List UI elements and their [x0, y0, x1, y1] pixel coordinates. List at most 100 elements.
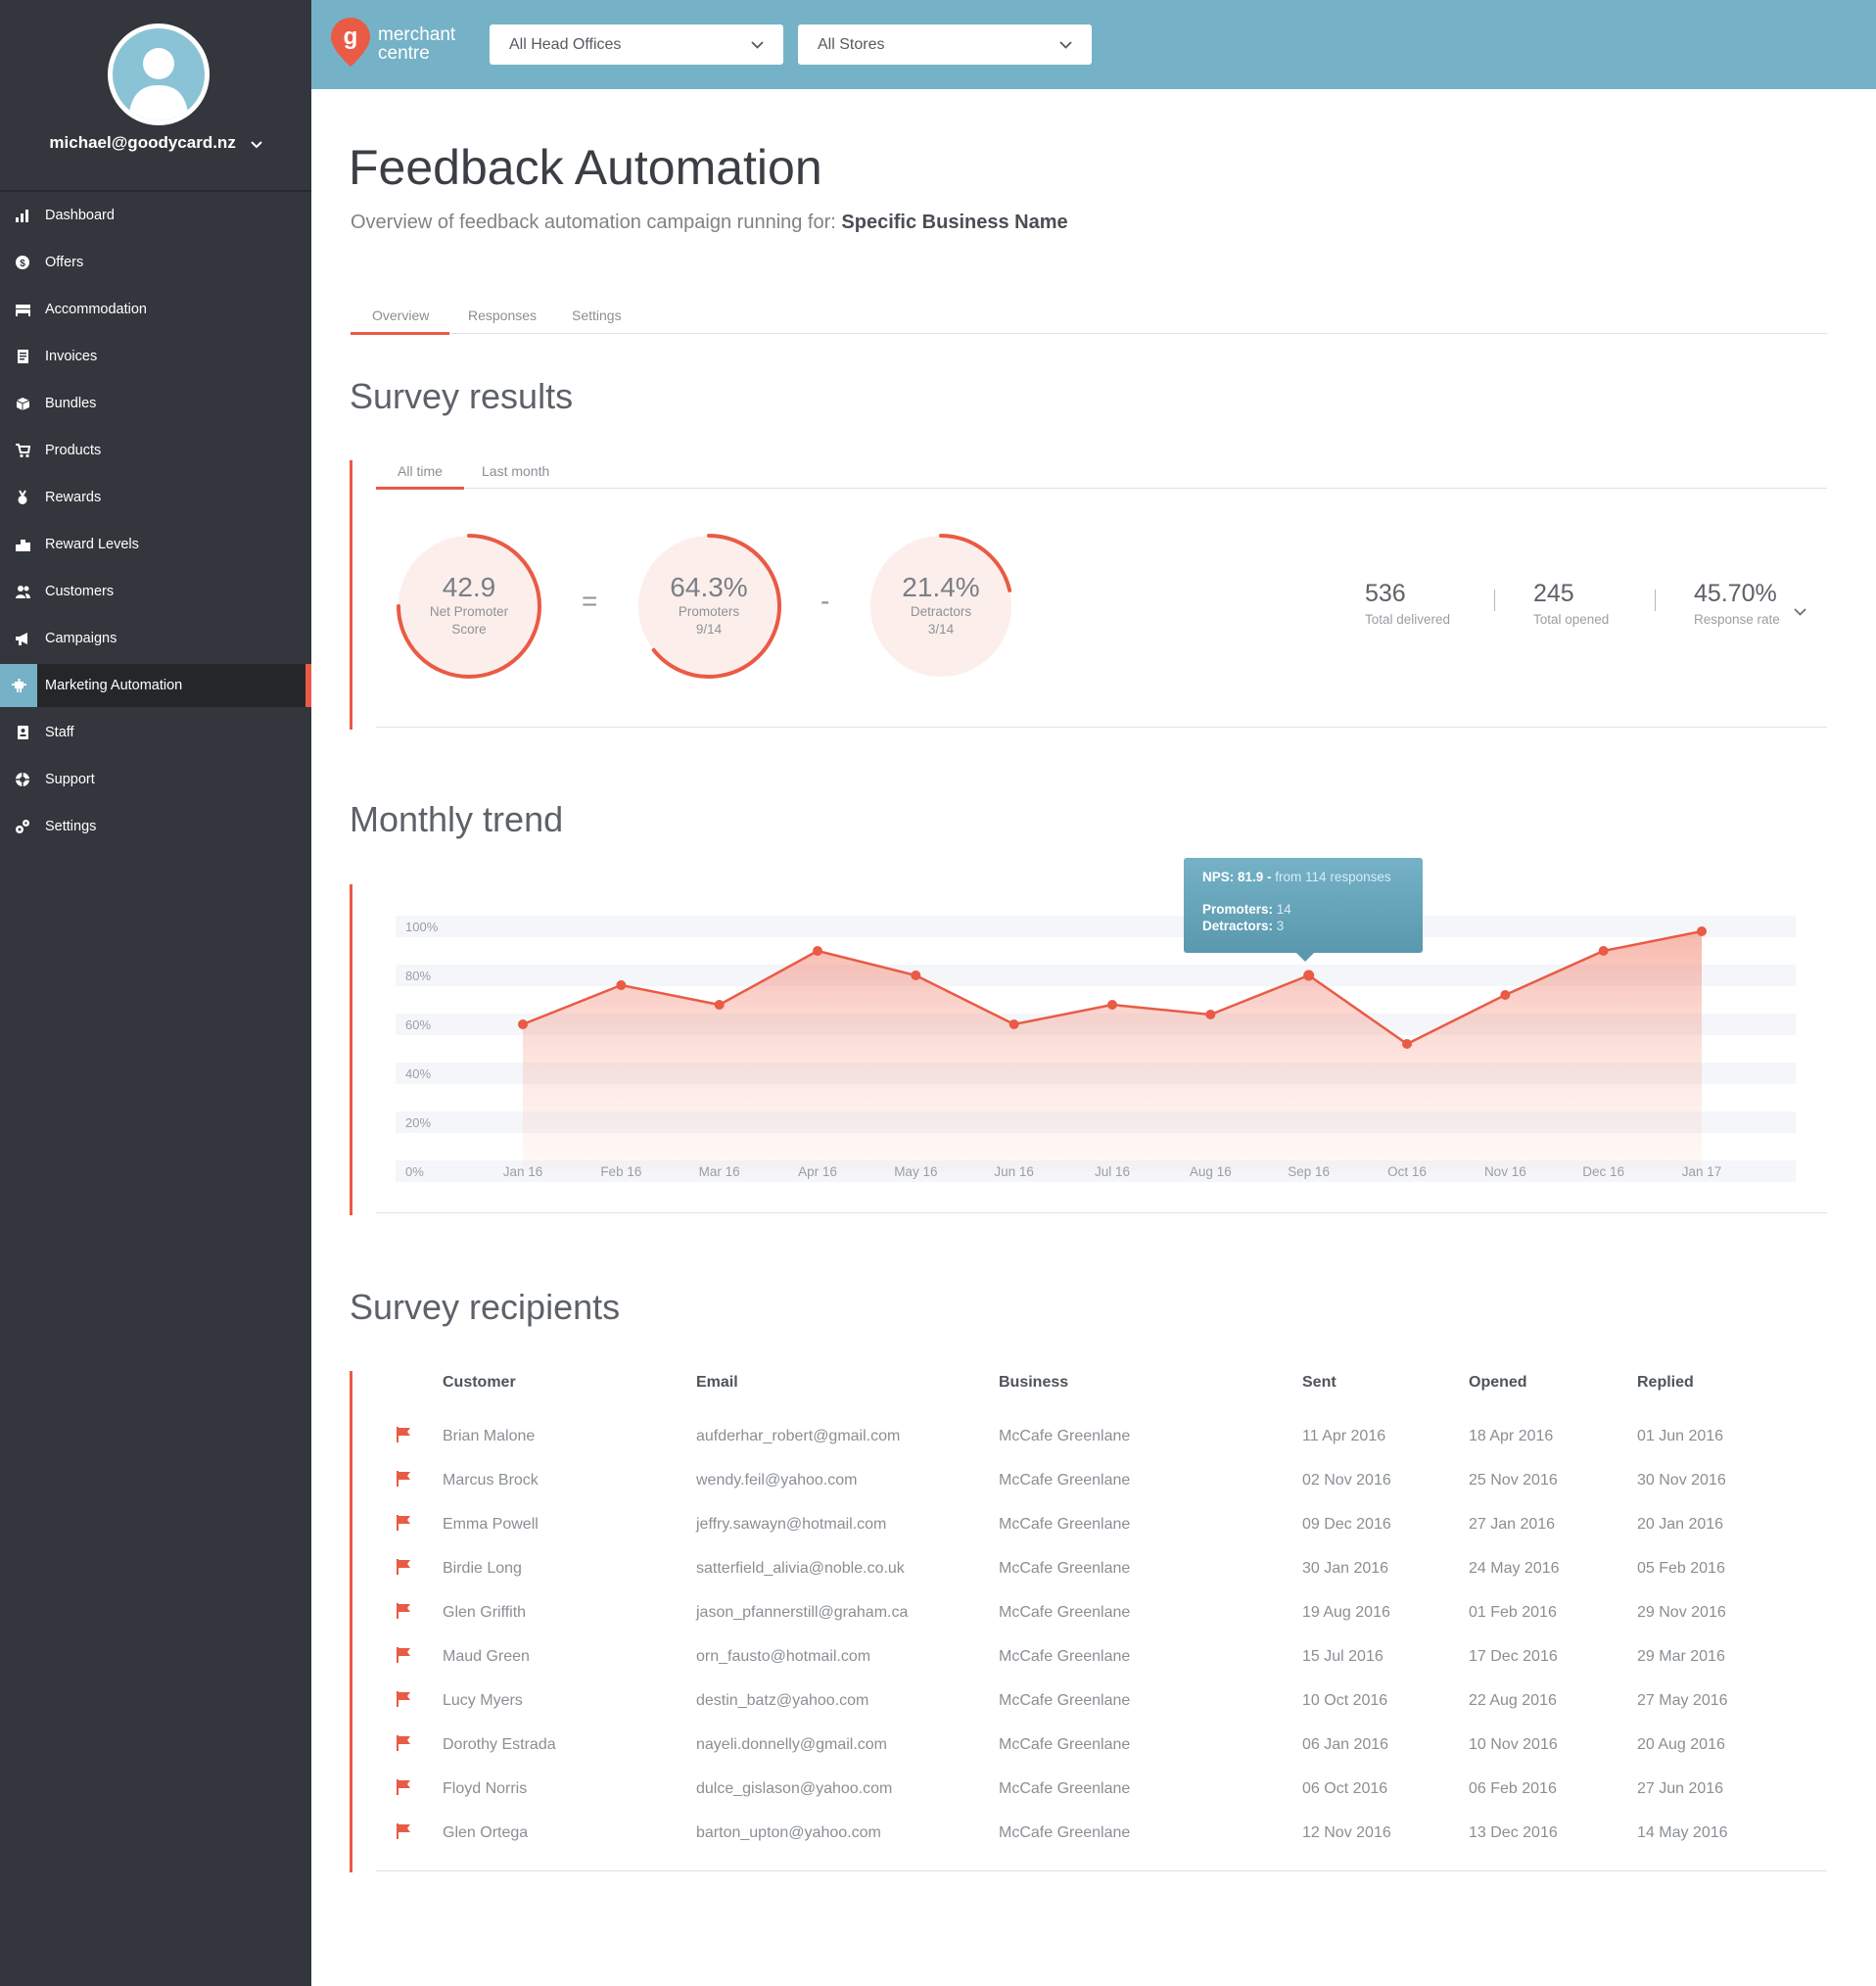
table-row[interactable]: Glen Griffith jason_pfannerstill@graham.c… [376, 1590, 1827, 1634]
user-menu[interactable]: michael@goodycard.nz [0, 133, 311, 154]
robot-icon [0, 664, 37, 707]
flag-icon[interactable] [396, 1778, 411, 1801]
flag-icon[interactable] [396, 1426, 411, 1448]
flag-icon[interactable] [396, 1646, 411, 1669]
tab-settings[interactable]: Settings [572, 307, 622, 323]
business-cell: McCafe Greenlane [999, 1428, 1131, 1444]
grid-band [396, 916, 1796, 937]
customer-cell: Brian Malone [443, 1428, 536, 1444]
sent-cell: 11 Apr 2016 [1302, 1428, 1386, 1444]
trend-point[interactable] [1205, 1010, 1216, 1019]
sidebar-item-marketing-automation[interactable]: Marketing Automation [0, 664, 311, 707]
avatar[interactable] [108, 24, 210, 125]
head-office-select[interactable]: All Head Offices [490, 24, 783, 65]
opened-cell: 18 Apr 2016 [1469, 1428, 1554, 1444]
gears-icon [0, 819, 45, 834]
chevron-down-icon[interactable] [1794, 603, 1806, 621]
stat-value: 45.70% [1694, 580, 1777, 607]
sidebar-item-bundles[interactable]: Bundles [0, 382, 311, 425]
chevron-down-icon [250, 134, 262, 154]
table-row[interactable]: Glen Ortega barton_upton@yahoo.com McCafe … [376, 1811, 1827, 1855]
sidebar-item-customers[interactable]: Customers [0, 570, 311, 613]
trend-point[interactable] [911, 970, 921, 980]
email-cell[interactable]: dulce_gislason@yahoo.com [696, 1767, 892, 1811]
email-cell[interactable]: jason_pfannerstill@graham.ca [696, 1590, 908, 1634]
tab-overview[interactable]: Overview [372, 307, 429, 323]
trend-point[interactable] [1008, 1019, 1019, 1029]
customer-cell: Dorothy Estrada [443, 1736, 556, 1753]
page-subtitle: Overview of feedback automation campaign… [351, 212, 1068, 234]
trend-point[interactable] [1697, 926, 1707, 936]
sidebar-item-invoices[interactable]: Invoices [0, 335, 311, 378]
sidebar-item-offers[interactable]: $ Offers [0, 241, 311, 284]
table-row[interactable]: Floyd Norris dulce_gislason@yahoo.com McCa… [376, 1767, 1827, 1811]
sidebar-item-label: Marketing Automation [45, 678, 183, 693]
email-cell[interactable]: wendy.feil@yahoo.com [696, 1458, 857, 1502]
flag-icon[interactable] [396, 1514, 411, 1537]
table-row[interactable]: Maud Green orn_fausto@hotmail.com McCafe G… [376, 1634, 1827, 1679]
trend-point[interactable] [1107, 1000, 1117, 1010]
table-row[interactable]: Dorothy Estrada nayeli.donnelly@gmail.com… [376, 1723, 1827, 1767]
email-cell[interactable]: aufderhar_robert@gmail.com [696, 1414, 900, 1458]
sidebar-item-accommodation[interactable]: Accommodation [0, 288, 311, 331]
sidebar-item-rewards[interactable]: Rewards [0, 476, 311, 519]
trend-point[interactable] [1598, 946, 1609, 956]
trend-point[interactable] [518, 1019, 528, 1029]
column-header-business[interactable]: Business [999, 1374, 1068, 1392]
column-header-replied[interactable]: Replied [1637, 1374, 1694, 1392]
column-header-customer[interactable]: Customer [443, 1374, 516, 1392]
logo[interactable]: g merchant centre [331, 18, 455, 67]
sidebar-item-reward-levels[interactable]: Reward Levels [0, 523, 311, 566]
table-row[interactable]: Brian Malone aufderhar_robert@gmail.com Mc… [376, 1414, 1827, 1458]
trend-point[interactable] [1500, 990, 1511, 1000]
sidebar-item-label: Settings [45, 819, 97, 834]
survey-recipients-title: Survey recipients [350, 1287, 621, 1327]
sent-cell: 09 Dec 2016 [1302, 1516, 1391, 1533]
table-row[interactable]: Lucy Myers destin_batz@yahoo.com McCafe Gr… [376, 1679, 1827, 1723]
trend-point[interactable] [714, 1000, 725, 1010]
opened-cell: 06 Feb 2016 [1469, 1780, 1557, 1797]
sidebar-item-products[interactable]: Products [0, 429, 311, 472]
flag-icon[interactable] [396, 1734, 411, 1757]
table-row[interactable]: Marcus Brock wendy.feil@yahoo.com McCafe G… [376, 1458, 1827, 1502]
bed-icon [0, 302, 45, 317]
table-row[interactable]: Emma Powell jeffry.sawayn@hotmail.com McCa… [376, 1502, 1827, 1546]
email-cell[interactable]: barton_upton@yahoo.com [696, 1811, 881, 1855]
sidebar-divider [0, 190, 311, 192]
email-cell[interactable]: orn_fausto@hotmail.com [696, 1634, 870, 1679]
page-tabs: Overview Responses Settings [351, 300, 1827, 335]
replied-cell: 29 Nov 2016 [1637, 1604, 1726, 1621]
email-cell[interactable]: jeffry.sawayn@hotmail.com [696, 1502, 886, 1546]
flag-icon[interactable] [396, 1822, 411, 1845]
column-header-opened[interactable]: Opened [1469, 1374, 1527, 1392]
email-cell[interactable]: destin_batz@yahoo.com [696, 1679, 868, 1723]
column-header-email[interactable]: Email [696, 1374, 738, 1392]
column-header-sent[interactable]: Sent [1302, 1374, 1337, 1392]
email-cell[interactable]: nayeli.donnelly@gmail.com [696, 1723, 887, 1767]
email-cell[interactable]: satterfield_alivia@noble.co.uk [696, 1546, 905, 1590]
subtab-all-time[interactable]: All time [398, 463, 443, 479]
sidebar-item-dashboard[interactable]: Dashboard [0, 194, 311, 237]
page-title: Feedback Automation [349, 140, 822, 195]
sidebar-item-settings[interactable]: Settings [0, 805, 311, 848]
logo-text: merchant centre [378, 25, 455, 63]
flag-icon[interactable] [396, 1558, 411, 1581]
flag-icon[interactable] [396, 1602, 411, 1625]
svg-text:$: $ [20, 259, 25, 269]
table-row[interactable]: Birdie Long satterfield_alivia@noble.co.u… [376, 1546, 1827, 1590]
customer-cell: Glen Ortega [443, 1824, 529, 1841]
flag-icon[interactable] [396, 1690, 411, 1713]
subtab-last-month[interactable]: Last month [482, 463, 549, 479]
trend-point[interactable] [616, 980, 627, 990]
dollar-coin-icon: $ [0, 255, 45, 270]
sidebar-item-staff[interactable]: Staff [0, 711, 311, 754]
sidebar-item-campaigns[interactable]: Campaigns [0, 617, 311, 660]
flag-icon[interactable] [396, 1470, 411, 1492]
trend-point[interactable] [1303, 969, 1315, 981]
trend-point[interactable] [1402, 1039, 1412, 1049]
tab-responses[interactable]: Responses [468, 307, 537, 323]
x-tick-label: Jun 16 [994, 1164, 1034, 1179]
trend-point[interactable] [813, 946, 822, 956]
stores-select[interactable]: All Stores [798, 24, 1092, 65]
sidebar-item-support[interactable]: Support [0, 758, 311, 801]
